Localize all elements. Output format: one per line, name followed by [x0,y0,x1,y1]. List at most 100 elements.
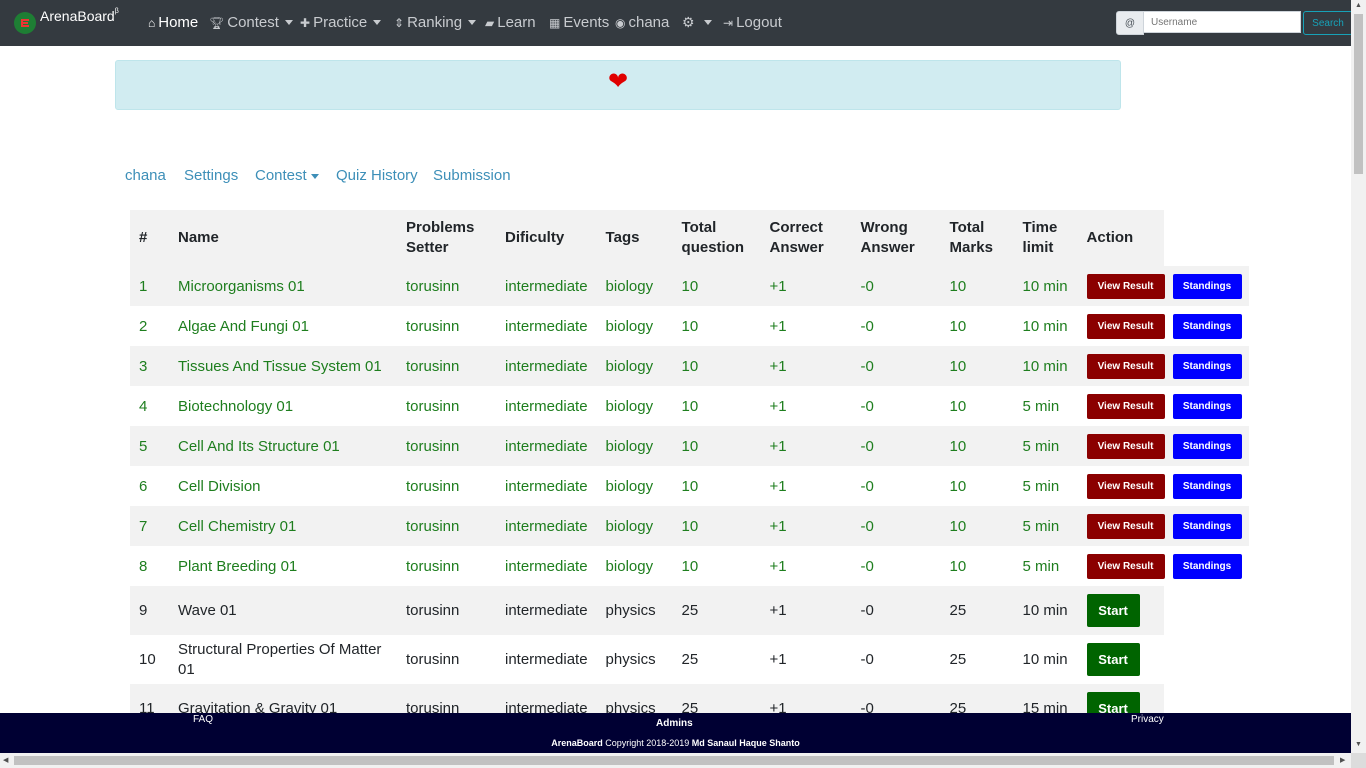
chevron-down-icon [310,173,319,179]
scroll-down-arrow-icon[interactable]: ▼ [1355,741,1362,748]
view-result-button[interactable]: View Result [1086,273,1165,299]
scroll-right-arrow-icon[interactable]: ▶ [1340,756,1345,764]
footer: FAQ Admins Privacy ArenaBoard Copyright … [0,713,1351,754]
col-action: Action [1077,210,1164,266]
cell-setter: torusinn [397,586,496,635]
standings-button[interactable]: Standings [1172,313,1242,339]
view-result-button[interactable]: View Result [1086,393,1165,419]
nav-user[interactable]: ◉ chana [615,14,669,31]
subnav-settings[interactable]: Settings [184,167,238,184]
view-result-button[interactable]: View Result [1086,513,1165,539]
logout-icon: ⇥ [723,15,734,30]
top-navbar: ArenaBoard β ⌂ Home 🏆︎ Contest ✚ Practice ⇕… [0,0,1353,46]
row-spacer [1164,635,1249,684]
view-result-button[interactable]: View Result [1086,313,1165,339]
subnav-submission[interactable]: Submission [433,167,511,184]
footer-admins-link[interactable]: Admins [656,718,693,729]
info-alert: ❤ [115,60,1121,110]
cell-setter: torusinn [397,426,496,466]
table-row: 2 Algae And Fungi 01 torusinn intermediate b… [130,306,1249,346]
chevron-down-icon [284,20,293,25]
cell-tags: biology [596,346,673,386]
subnav-quiz-history[interactable]: Quiz History [336,167,418,184]
cell-total: 10 [681,317,699,335]
nav-learn[interactable]: ▰ Learn [485,14,536,31]
cell-action: View Result Standings [1078,306,1249,346]
cell-num: 2 [139,317,148,335]
vertical-scrollbar[interactable]: ▲ ▼ [1351,0,1366,753]
horizontal-scrollbar[interactable]: ◀ ▶ [0,753,1351,768]
standings-button[interactable]: Standings [1172,553,1242,579]
calendar-icon: ▦ [549,15,561,30]
cell-wrong: -0 [851,586,941,635]
search-button[interactable]: Search [1303,11,1353,35]
cell-marks: 25 [940,586,1014,635]
cell-wrong: -0 [851,506,941,546]
cell-difficulty: intermediate [496,266,597,306]
col-setter: Problems Setter [397,210,496,266]
scrollbar-corner [1351,753,1366,768]
start-quiz-button[interactable]: Start [1086,594,1140,627]
view-result-button[interactable]: View Result [1086,473,1165,499]
nav-settings-menu[interactable]: ⚙ [682,14,712,31]
cell-tags: biology [605,557,654,575]
col-correct: Correct Answer [760,210,852,266]
cell-difficulty: intermediate [505,651,588,668]
start-quiz-button[interactable]: Start [1086,643,1140,676]
cell-correct: +1 [769,557,787,575]
footer-privacy-link[interactable]: Privacy [1131,714,1164,725]
nav-practice[interactable]: ✚ Practice [300,14,382,31]
standings-button[interactable]: Standings [1172,353,1242,379]
cell-name: Wave 01 [169,586,397,635]
cell-name: Microorganisms 01 [169,266,397,306]
subnav-contest[interactable]: Contest [255,167,319,184]
standings-button[interactable]: Standings [1172,433,1242,459]
cell-setter: torusinn [406,557,460,575]
col-difficulty: Dificulty [496,210,597,266]
scroll-up-arrow-icon[interactable]: ▲ [1355,2,1362,9]
table-row: 7 Cell Chemistry 01 torusinn intermediate bi… [130,506,1249,546]
cell-difficulty: intermediate [496,586,597,635]
cell-total: 10 [681,397,699,415]
scroll-left-arrow-icon[interactable]: ◀ [3,756,8,764]
nav-ranking[interactable]: ⇕ Ranking [394,14,477,31]
subnav-user[interactable]: chana [125,167,166,184]
cell-action: View Result Standings [1077,346,1249,386]
cell-tags: biology [605,317,654,335]
cell-wrong: -0 [860,651,874,668]
nav-logout[interactable]: ⇥ Logout [723,14,782,31]
cell-correct: +1 [760,346,852,386]
cell-action: View Result Standings [1078,386,1249,426]
standings-button[interactable]: Standings [1172,273,1242,299]
nav-contest-label: Contest [227,14,279,31]
cell-num: 3 [130,346,169,386]
col-marks-line1: Total [949,219,985,236]
col-wrong: Wrong Answer [851,210,941,266]
cell-setter: torusinn [406,477,460,495]
cell-total: 10 [681,477,699,495]
table-row: 1 Microorganisms 01 torusinn intermediate bi… [130,266,1249,306]
chevron-down-icon [703,20,712,25]
vertical-scroll-thumb[interactable] [1354,14,1363,174]
horizontal-scroll-thumb[interactable] [14,756,1334,765]
col-time-line2: limit [1022,239,1054,256]
user-circle-icon: ◉ [615,15,626,30]
standings-button[interactable]: Standings [1172,473,1242,499]
view-result-button[interactable]: View Result [1086,433,1165,459]
view-result-button[interactable]: View Result [1086,553,1165,579]
brand[interactable]: ArenaBoard β [14,8,119,34]
col-total-line2: question [681,239,745,256]
nav-home[interactable]: ⌂ Home [148,14,198,31]
nav-contest[interactable]: 🏆︎ Contest [209,14,293,31]
standings-button[interactable]: Standings [1172,393,1242,419]
nav-events[interactable]: ▦ Events [549,14,609,31]
footer-brand: ArenaBoard [551,738,603,748]
cell-correct: +1 [769,397,787,415]
cell-time: 10 min [1013,586,1078,635]
col-correct-line1: Correct [769,219,823,236]
cell-wrong: -0 [860,317,874,335]
view-result-button[interactable]: View Result [1086,353,1165,379]
username-search-input[interactable] [1144,11,1301,33]
standings-button[interactable]: Standings [1172,513,1242,539]
footer-faq-link[interactable]: FAQ [193,714,213,725]
